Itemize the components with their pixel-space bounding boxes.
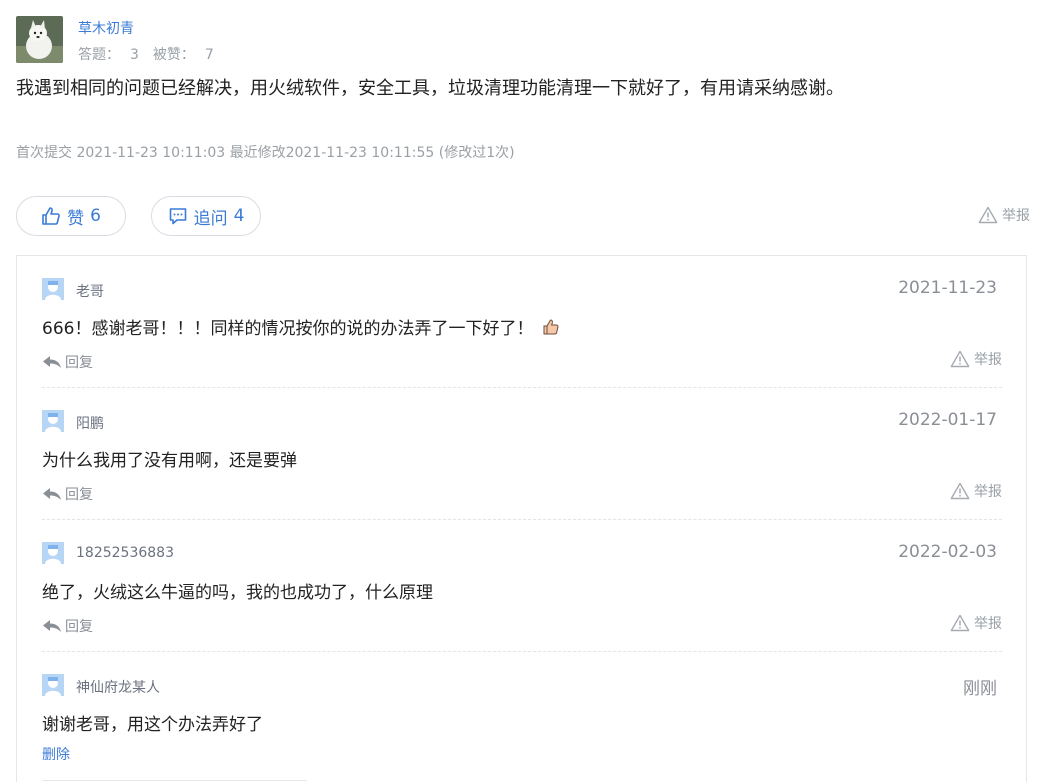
comment-text-content: 666！感谢老哥！！！同样的情况按你的说的办法弄了一下好了！ — [42, 319, 534, 339]
delete-comment-button[interactable]: 删除 — [42, 744, 70, 764]
thumbs-up-emoji-icon — [543, 319, 559, 334]
comment-text: 绝了，火绒这么牛逼的吗，我的也成功了，什么原理 — [42, 583, 433, 603]
comment-item: 神仙府龙某人 刚刚 谢谢老哥，用这个办法弄好了 删除 — [42, 652, 1002, 782]
comment-author[interactable]: 神仙府龙某人 — [76, 677, 160, 697]
comment-text: 666！感谢老哥！！！同样的情况按你的说的办法弄了一下好了！ — [42, 314, 561, 339]
thumbs-up-icon — [42, 207, 60, 225]
reply-arrow-icon — [43, 356, 61, 368]
comment-text: 为什么我用了没有用啊，还是要弹 — [42, 451, 297, 471]
reply-button[interactable]: 回复 — [42, 484, 93, 504]
reply-button[interactable]: 回复 — [42, 616, 93, 636]
warning-triangle-icon — [950, 614, 970, 632]
author-name[interactable]: 草木初青 — [78, 18, 134, 38]
comment-date: 2021-11-23 — [898, 278, 997, 298]
report-label: 举报 — [1002, 208, 1030, 224]
likes-received-label: 被赞： — [152, 47, 195, 63]
answer-meta: 首次提交 2021-11-23 10:11:03 最近修改2021-11-23 … — [16, 145, 515, 161]
answer-text: 我遇到相同的问题已经解决，用火绒软件，安全工具，垃圾清理功能清理一下就好了，有用… — [16, 78, 844, 99]
reply-label: 回复 — [65, 487, 93, 503]
follow-up-count: 4 — [233, 206, 245, 226]
comment-bubble-icon — [169, 208, 186, 225]
comment-item: 阳鹏 2022-01-17 为什么我用了没有用啊，还是要弹 回复 举报 — [42, 388, 1002, 520]
answer-page: 草木初青 答题： 3 被赞： 7 我遇到相同的问题已经解决，用火绒软件，安全工具，垃圾… — [0, 0, 1048, 782]
reply-label: 回复 — [65, 355, 93, 371]
comment-author[interactable]: 18252536883 — [76, 545, 174, 561]
reply-button[interactable]: 回复 — [42, 352, 93, 372]
comment-date: 2022-02-03 — [898, 542, 997, 562]
report-label: 举报 — [974, 484, 1002, 500]
answers-count: 3 — [130, 47, 139, 63]
comments-panel: 老哥 2021-11-23 666！感谢老哥！！！同样的情况按你的说的办法弄了一… — [16, 255, 1027, 782]
warning-triangle-icon — [978, 206, 998, 224]
report-label: 举报 — [974, 616, 1002, 632]
report-comment-button[interactable]: 举报 — [950, 349, 1002, 369]
comment-author[interactable]: 老哥 — [76, 281, 104, 301]
comment-author[interactable]: 阳鹏 — [76, 413, 104, 433]
warning-triangle-icon — [950, 482, 970, 500]
comment-item: 18252536883 2022-02-03 绝了，火绒这么牛逼的吗，我的也成功… — [42, 520, 1002, 652]
default-avatar-icon — [42, 278, 64, 300]
reply-arrow-icon — [43, 620, 61, 632]
report-comment-button[interactable]: 举报 — [950, 613, 1002, 633]
comment-date: 刚刚 — [963, 679, 997, 699]
comment-text: 谢谢老哥，用这个办法弄好了 — [42, 715, 263, 735]
follow-up-label: 追问 — [193, 208, 228, 229]
follow-up-button[interactable]: 追问 4 — [151, 196, 261, 236]
report-label: 举报 — [974, 352, 1002, 368]
author-avatar[interactable] — [16, 16, 63, 63]
default-avatar-icon — [42, 674, 64, 696]
like-count: 6 — [90, 206, 101, 226]
answers-label: 答题： — [78, 47, 120, 63]
comment-item: 老哥 2021-11-23 666！感谢老哥！！！同样的情况按你的说的办法弄了一… — [42, 256, 1002, 388]
like-label: 赞 — [67, 208, 85, 229]
author-stats: 答题： 3 被赞： 7 — [78, 44, 228, 64]
like-button[interactable]: 赞6 — [16, 196, 126, 236]
reply-arrow-icon — [43, 488, 61, 500]
likes-received-count: 7 — [204, 47, 214, 63]
dog-avatar-icon — [16, 16, 63, 63]
reply-label: 回复 — [65, 619, 93, 635]
report-answer-button[interactable]: 举报 — [978, 205, 1030, 225]
default-avatar-icon — [42, 410, 64, 432]
default-avatar-icon — [42, 542, 64, 564]
comment-date: 2022-01-17 — [898, 410, 997, 430]
warning-triangle-icon — [950, 350, 970, 368]
report-comment-button[interactable]: 举报 — [950, 481, 1002, 501]
